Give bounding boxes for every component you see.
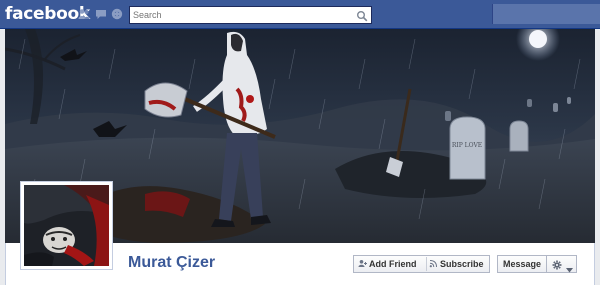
tombstone-text: RIP LOVE (452, 142, 482, 149)
add-friend-icon (358, 257, 367, 267)
friend-subscribe-group: Add Friend Subscribe (353, 255, 490, 273)
account-nav[interactable] (492, 4, 600, 24)
settings-dropdown-button[interactable] (547, 255, 577, 273)
message-label: Message (502, 259, 542, 269)
messages-icon[interactable] (95, 8, 107, 20)
notifications-icon[interactable] (111, 8, 123, 20)
search-input[interactable] (133, 8, 351, 22)
message-button[interactable]: Message (497, 255, 547, 273)
chevron-down-icon (566, 262, 573, 273)
profile-picture-image (24, 185, 109, 266)
search-box[interactable] (129, 6, 372, 24)
add-friend-label: Add Friend (369, 259, 417, 269)
profile-name[interactable]: Murat Çizer (128, 254, 215, 272)
subscribe-label: Subscribe (440, 259, 484, 269)
friend-requests-icon[interactable] (78, 8, 90, 20)
top-bar: facebook (0, 0, 600, 29)
subscribe-icon (429, 257, 438, 268)
subscribe-button[interactable]: Subscribe (427, 256, 491, 272)
search-icon[interactable] (356, 9, 368, 22)
profile-picture[interactable] (20, 181, 113, 270)
gear-icon (552, 259, 562, 270)
crow-top (60, 49, 87, 61)
add-friend-button[interactable]: Add Friend (354, 256, 426, 272)
